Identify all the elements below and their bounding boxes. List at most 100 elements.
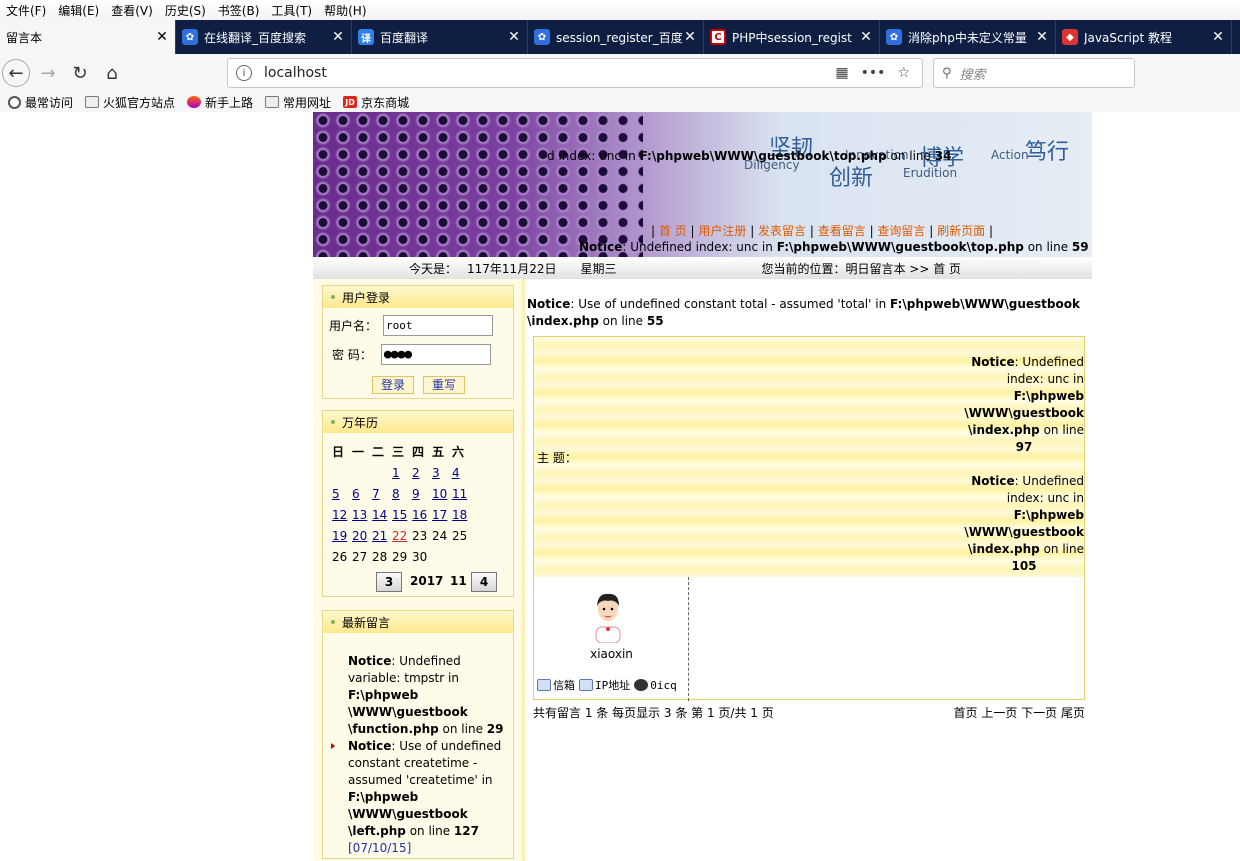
icq-label[interactable]: 0icq (650, 679, 677, 692)
bookmark-getting-started[interactable]: 新手上路 (187, 94, 253, 111)
message-date[interactable]: [07/10/15] (348, 841, 411, 855)
login-button[interactable]: 登录 (372, 376, 414, 394)
calendar-day[interactable]: 8 (392, 487, 400, 501)
calendar-day[interactable]: 5 (332, 487, 340, 501)
bookmark-label: 新手上路 (205, 95, 254, 110)
tab-javascript[interactable]: ◆ JavaScript 教程 ✕ (1056, 20, 1232, 54)
notice-label: Notice (527, 297, 571, 311)
calendar-day[interactable]: 7 (372, 487, 380, 501)
avatar (595, 593, 621, 643)
qr-code-icon[interactable]: ▦ (835, 65, 848, 81)
weekday: 三 (392, 445, 405, 459)
password-field[interactable] (380, 344, 491, 365)
username-field[interactable] (383, 315, 494, 336)
notice-text: on line (598, 314, 647, 328)
close-icon[interactable]: ✕ (1211, 29, 1225, 45)
mail-icon[interactable] (537, 679, 551, 691)
close-icon[interactable]: ✕ (683, 29, 697, 45)
calendar-day[interactable]: 3 (432, 466, 440, 480)
notice-text: : Undefined index: unc in (1006, 474, 1084, 505)
close-icon[interactable]: ✕ (507, 29, 521, 45)
nav-view[interactable]: 查看留言 (818, 224, 866, 238)
computer-icon[interactable] (579, 679, 593, 691)
menu-tools[interactable]: 工具(T) (265, 2, 318, 19)
close-icon[interactable]: ✕ (859, 29, 873, 45)
tab-baidu-translate[interactable]: 译 百度翻译 ✕ (352, 20, 528, 54)
close-icon[interactable]: ✕ (331, 29, 345, 45)
home-icon[interactable]: ⌂ (98, 59, 126, 87)
tab-guestbook[interactable]: 留言本 ✕ (0, 20, 176, 54)
menu-help[interactable]: 帮助(H) (318, 2, 372, 19)
calendar-day-today[interactable]: 22 (392, 529, 407, 543)
calendar-day[interactable]: 21 (372, 529, 387, 543)
mail-label[interactable]: 信箱 (553, 677, 575, 693)
bookmark-label: 最常访问 (25, 95, 74, 110)
forward-icon[interactable]: → (34, 59, 62, 87)
calendar-day[interactable]: 10 (432, 487, 447, 501)
menu-edit[interactable]: 编辑(E) (52, 2, 105, 19)
baidu-icon: ✿ (534, 29, 550, 45)
navigation-bar: ← → ↻ ⌂ i localhost ▦ ••• ☆ ⚲ 搜索 (0, 54, 1240, 92)
calendar-day[interactable]: 12 (332, 508, 347, 522)
menu-bookmarks[interactable]: 书签(B) (212, 2, 266, 19)
address-bar[interactable]: i localhost ▦ ••• ☆ (227, 58, 923, 88)
more-icon[interactable]: ••• (861, 65, 886, 81)
next-month-button[interactable]: 4 (471, 572, 497, 592)
pagination-summary: 共有留言 1 条 每页显示 3 条 第 1 页/共 1 页 (533, 706, 774, 720)
tab-session-register[interactable]: ✿ session_register_百度 ✕ (528, 20, 704, 54)
calendar-day[interactable]: 13 (352, 508, 367, 522)
notice-text: on line (438, 722, 487, 736)
qq-icon[interactable] (634, 679, 649, 691)
nav-home[interactable]: 首 页 (659, 224, 687, 238)
info-icon[interactable]: i (236, 65, 252, 81)
calendar-day[interactable]: 18 (452, 508, 467, 522)
calendar-day[interactable]: 6 (352, 487, 360, 501)
calendar-week: 1 2 3 4 (331, 462, 471, 483)
weekday: 六 (452, 445, 465, 459)
tab-baidu-search[interactable]: ✿ 在线翻译_百度搜索 ✕ (176, 20, 352, 54)
calendar-day[interactable]: 4 (452, 466, 460, 480)
message-box: 主 题： Notice: Undefined index: unc in F:\… (533, 336, 1085, 701)
search-input[interactable]: ⚲ 搜索 (933, 58, 1135, 88)
bullet-icon (331, 620, 335, 624)
calendar-day[interactable]: 17 (432, 508, 447, 522)
menu-history[interactable]: 历史(S) (159, 2, 212, 19)
menu-view[interactable]: 查看(V) (105, 2, 159, 19)
bookmark-jd[interactable]: JD 京东商城 (343, 94, 409, 111)
calendar-day[interactable]: 2 (412, 466, 420, 480)
banner-pattern (313, 112, 643, 257)
ip-label[interactable]: IP地址 (595, 677, 630, 693)
reset-button[interactable]: 重写 (423, 376, 465, 394)
calendar-day[interactable]: 14 (372, 508, 387, 522)
nav-search[interactable]: 查询留言 (877, 224, 925, 238)
tab-title: JavaScript 教程 (1084, 30, 1172, 45)
calendar-day[interactable]: 11 (452, 487, 467, 501)
nav-post[interactable]: 发表留言 (758, 224, 806, 238)
tab-php-session[interactable]: C PHP中session_regist ✕ (704, 20, 880, 54)
calendar-day[interactable]: 15 (392, 508, 407, 522)
notice-text: on line (405, 824, 454, 838)
star-icon[interactable]: ☆ (897, 65, 910, 81)
panel-title: 最新留言 (342, 615, 391, 630)
bookmark-most-visited[interactable]: 最常访问 (8, 94, 73, 111)
notice-text: : Undefined index: unc in (622, 240, 777, 254)
tab-php-constant[interactable]: ✿ 消除php中未定义常量 ✕ (880, 20, 1056, 54)
pagination-links[interactable]: 首页 上一页 下一页 尾页 (954, 704, 1085, 721)
close-icon[interactable]: ✕ (1035, 29, 1049, 45)
calendar-day[interactable]: 20 (352, 529, 367, 543)
calendar-day: 29 (392, 549, 408, 564)
reload-icon[interactable]: ↻ (66, 59, 94, 87)
calendar-day[interactable]: 19 (332, 529, 347, 543)
bookmark-common-sites[interactable]: 常用网址 (265, 94, 331, 111)
prev-month-button[interactable]: 3 (376, 572, 402, 592)
nav-register[interactable]: 用户注册 (698, 224, 746, 238)
weekday: 四 (412, 445, 425, 459)
menu-file[interactable]: 文件(F) (0, 2, 52, 19)
back-icon[interactable]: ← (2, 59, 30, 87)
bookmark-firefox-site[interactable]: 火狐官方站点 (85, 94, 175, 111)
calendar-day[interactable]: 1 (392, 466, 400, 480)
close-icon[interactable]: ✕ (155, 29, 169, 45)
calendar-day[interactable]: 16 (412, 508, 427, 522)
calendar-day[interactable]: 9 (412, 487, 420, 501)
nav-refresh[interactable]: 刷新页面 (937, 224, 985, 238)
